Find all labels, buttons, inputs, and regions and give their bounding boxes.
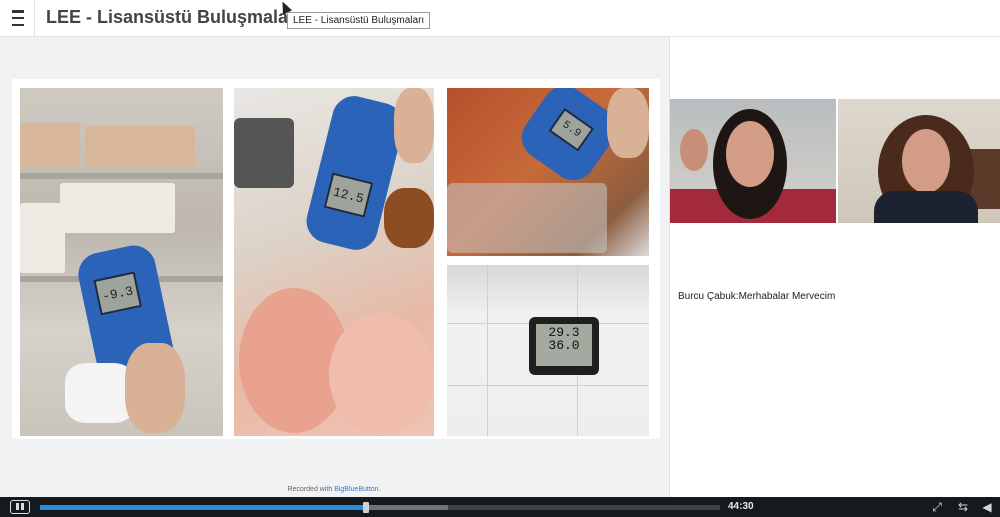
progress-fill — [40, 505, 367, 510]
hygrometer: 29.3 36.0 — [529, 317, 599, 375]
cheese-wheel — [20, 123, 80, 168]
tile-line — [447, 385, 649, 386]
fried-food — [384, 188, 434, 248]
presentation-area: -9.3 12.5 5.9 29.3 36.0 Recorded with Bi… — [0, 37, 668, 497]
right-panel: Burcu Çabuk:Merhabalar Mervecim — [669, 37, 1000, 497]
pause-icon[interactable] — [10, 500, 30, 514]
volume-icon[interactable]: ◀ — [980, 500, 994, 514]
sliced-meat — [329, 313, 434, 436]
face — [726, 121, 774, 187]
cheese-wheel — [20, 203, 65, 273]
chat-message: Burcu Çabuk:Merhabalar Mervecim — [678, 291, 836, 302]
tongs — [234, 118, 294, 188]
fullscreen-icon[interactable]: ⤢ — [930, 500, 944, 514]
presentation-slide: -9.3 12.5 5.9 29.3 36.0 — [12, 79, 660, 439]
cheese-wheel — [60, 183, 175, 233]
hand — [394, 88, 434, 163]
face — [902, 129, 950, 193]
thermometer-display: 12.5 — [323, 172, 374, 218]
webcam-video-1[interactable] — [670, 99, 836, 223]
shelf — [20, 173, 223, 179]
hand — [607, 88, 649, 158]
progress-track[interactable] — [40, 502, 720, 513]
recorded-with-note: Recorded with BigBlueButton. — [287, 486, 381, 493]
tile-line — [487, 265, 488, 436]
humidity-reading: 36.0 — [548, 338, 580, 353]
header-divider — [34, 0, 35, 36]
webcam-video-2[interactable] — [838, 99, 1000, 223]
progress-handle[interactable] — [363, 502, 370, 513]
clothing — [874, 191, 978, 223]
cheese-wheel — [85, 126, 195, 168]
title-tooltip: LEE - Lisansüstü Buluşmaları — [287, 12, 431, 29]
bigbluebutton-link[interactable]: BigBlueButton. — [334, 486, 380, 493]
photo-cooked-meat-tray: 5.9 — [447, 88, 649, 256]
hygrometer-display: 29.3 36.0 — [536, 324, 592, 366]
photo-hygrometer: 29.3 36.0 — [447, 265, 649, 436]
playback-bar: 44:30 ⤢ ⇆ ◀ — [0, 497, 1000, 517]
hand — [125, 343, 185, 433]
hamburger-menu-icon[interactable] — [8, 8, 28, 28]
swap-layout-icon[interactable]: ⇆ — [956, 500, 970, 514]
page-title: LEE - Lisansüstü Buluşmaları — [46, 7, 301, 27]
thermometer-display: 5.9 — [548, 107, 595, 152]
thermometer-display: -9.3 — [93, 271, 142, 316]
hand — [680, 129, 708, 171]
photo-cold-cuts: 12.5 — [234, 88, 434, 436]
time-display: 44:30 — [728, 501, 754, 512]
top-bar: LEE - Lisansüstü Buluşmaları LEE - Lisan… — [0, 0, 1000, 37]
photo-cheese-freezer: -9.3 — [20, 88, 223, 436]
metal-tray — [447, 183, 607, 253]
